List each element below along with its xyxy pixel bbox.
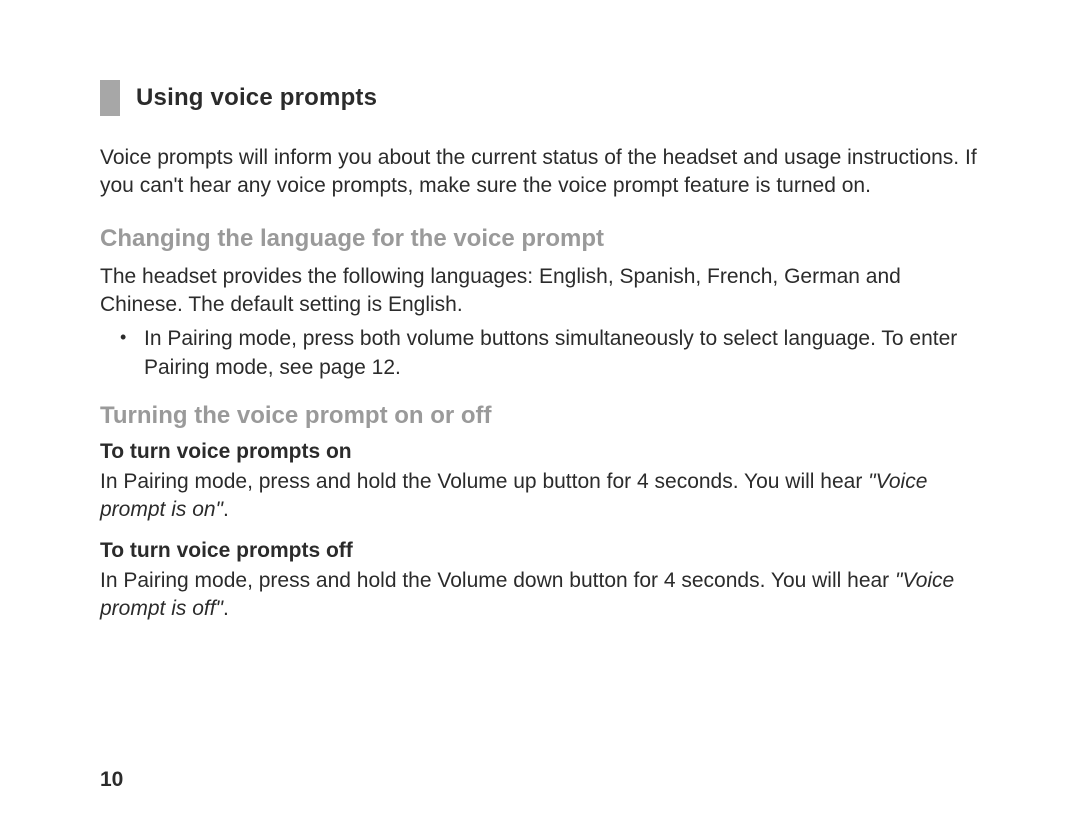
language-bullet-item: In Pairing mode, press both volume butto… (140, 325, 980, 382)
manual-page: Using voice prompts Voice prompts will i… (0, 0, 1080, 840)
heading-marker-block (100, 80, 120, 116)
language-paragraph: The headset provides the following langu… (100, 263, 980, 320)
turn-on-body: In Pairing mode, press and hold the Volu… (100, 468, 980, 525)
turn-on-body-post: . (223, 498, 229, 521)
turn-off-body-pre: In Pairing mode, press and hold the Volu… (100, 569, 895, 592)
section-heading-row: Using voice prompts (100, 80, 980, 116)
turn-off-label: To turn voice prompts off (100, 539, 980, 563)
turn-on-body-pre: In Pairing mode, press and hold the Volu… (100, 470, 868, 493)
turn-on-label: To turn voice prompts on (100, 440, 980, 464)
subheading-language: Changing the language for the voice prom… (100, 225, 980, 253)
subheading-toggle: Turning the voice prompt on or off (100, 402, 980, 430)
intro-paragraph: Voice prompts will inform you about the … (100, 144, 980, 201)
turn-off-body-post: . (223, 597, 229, 620)
turn-off-body: In Pairing mode, press and hold the Volu… (100, 567, 980, 624)
page-number: 10 (100, 768, 123, 792)
language-bullet-list: In Pairing mode, press both volume butto… (100, 325, 980, 382)
section-heading: Using voice prompts (136, 84, 377, 112)
